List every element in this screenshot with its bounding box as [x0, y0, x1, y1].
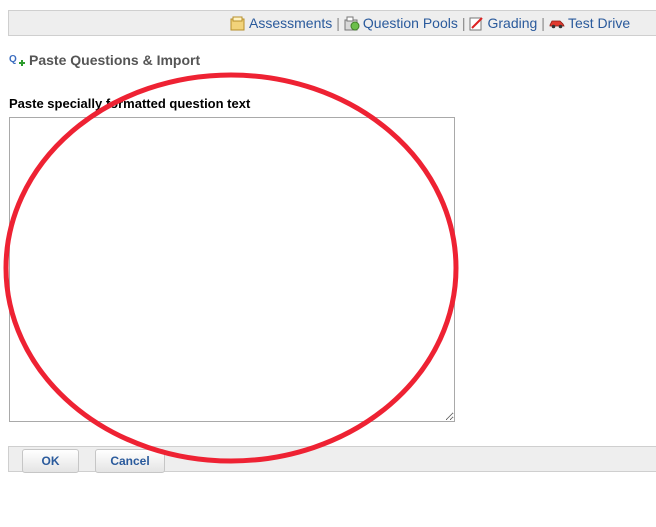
question-pools-link[interactable]: Question Pools [344, 15, 458, 31]
test-drive-label: Test Drive [567, 15, 631, 31]
separator: | [336, 15, 340, 31]
page-title: Paste Questions & Import [29, 52, 201, 68]
grading-link[interactable]: Grading [469, 15, 537, 31]
paste-field-label: Paste specially formatted question text [9, 96, 251, 111]
grading-label: Grading [487, 15, 538, 31]
assessments-link[interactable]: Assessments [230, 15, 332, 31]
test-drive-link[interactable]: Test Drive [549, 15, 630, 31]
svg-text:Q: Q [9, 54, 17, 65]
cancel-button[interactable]: Cancel [95, 449, 165, 473]
test-drive-icon [549, 20, 565, 29]
grading-icon [469, 16, 484, 30]
ok-button[interactable]: OK [22, 449, 79, 473]
import-questions-icon: Q [9, 54, 25, 66]
question-pools-label: Question Pools [362, 15, 458, 31]
assessments-icon [230, 16, 245, 30]
button-bar: OK Cancel [8, 446, 656, 473]
question-pools-icon [344, 16, 360, 30]
page-header: Q Paste Questions & Import [9, 52, 200, 68]
top-toolbar: Assessments | Question Pools | Grading |… [8, 10, 656, 36]
separator: | [541, 15, 545, 31]
assessments-label: Assessments [249, 15, 333, 31]
separator: | [461, 15, 466, 31]
paste-question-textarea[interactable] [9, 117, 455, 422]
